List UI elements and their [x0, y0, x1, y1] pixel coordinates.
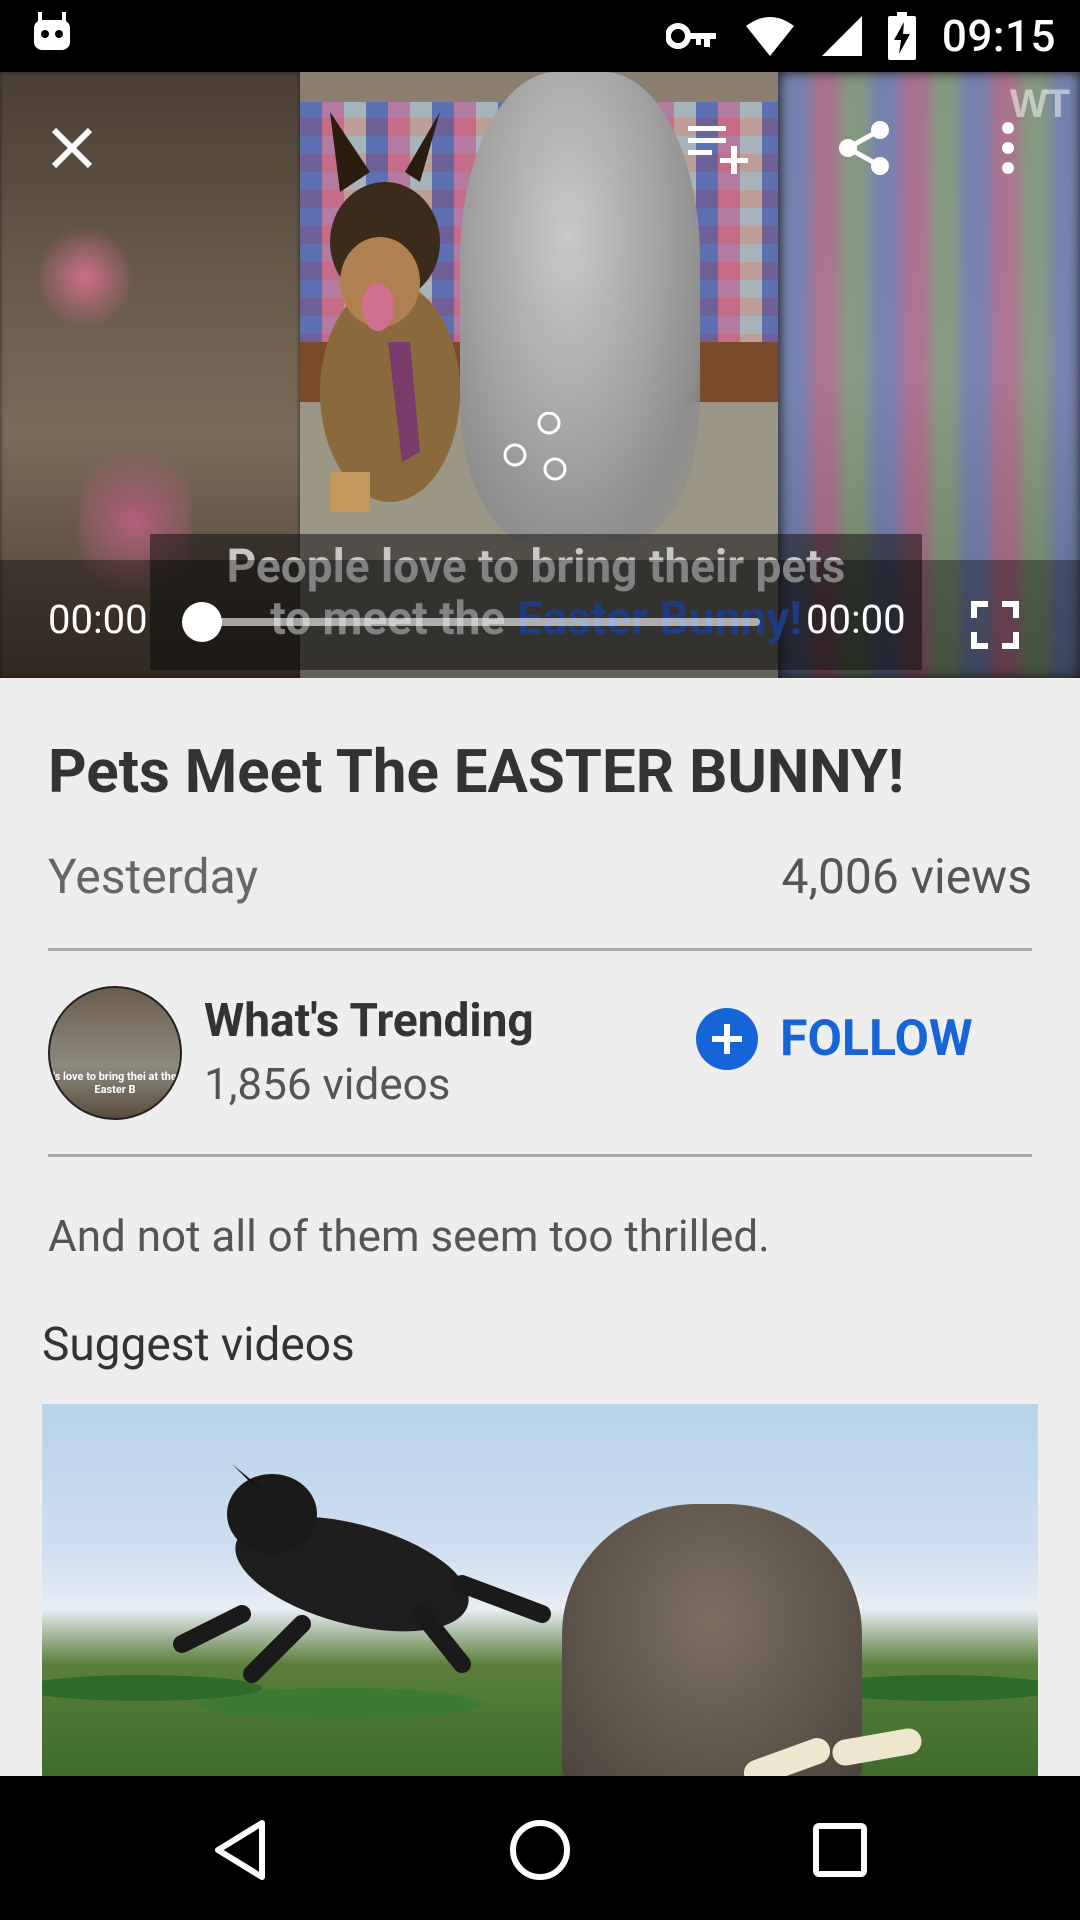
avatar-caption: 's love to bring thei at the Easter B: [53, 1070, 177, 1096]
back-icon[interactable]: [200, 1810, 280, 1890]
battery-charging-icon: [887, 12, 916, 60]
suggested-video-thumbnail[interactable]: [42, 1404, 1038, 1776]
more-vert-icon[interactable]: [978, 118, 1038, 178]
recents-icon[interactable]: [800, 1810, 880, 1890]
channel-name[interactable]: What's Trending: [204, 994, 534, 1048]
seek-bar[interactable]: [200, 618, 760, 626]
close-icon[interactable]: [42, 118, 102, 178]
current-time: 00:00: [48, 596, 148, 643]
navigation-bar: [0, 1776, 1080, 1920]
divider: [48, 948, 1032, 951]
channel-video-count: 1,856 videos: [204, 1058, 451, 1110]
dog-figure: [320, 112, 460, 512]
wifi-icon: [745, 17, 794, 56]
channel-avatar[interactable]: 's love to bring thei at the Easter B: [48, 986, 182, 1120]
duration: 00:00: [806, 596, 906, 643]
status-bar: 09:15: [0, 0, 1080, 72]
share-icon[interactable]: [834, 118, 894, 178]
fullscreen-icon[interactable]: [970, 600, 1020, 650]
elephant-figure: [562, 1504, 862, 1776]
video-description: And not all of them seem too thrilled.: [48, 1210, 770, 1262]
plus-circle-icon: [696, 1008, 758, 1070]
bunny-figure: [460, 72, 700, 542]
player-controls: 00:00 00:00: [0, 560, 1080, 678]
follow-button[interactable]: FOLLOW: [696, 1008, 973, 1070]
cell-signal-icon: [821, 16, 862, 56]
seek-thumb[interactable]: [182, 602, 222, 642]
video-player[interactable]: WT People love to bring their pets t: [0, 72, 1080, 678]
upload-date: Yesterday: [48, 848, 259, 905]
video-title: Pets Meet The EASTER BUNNY!: [48, 736, 905, 807]
loading-spinner-icon: [503, 412, 567, 481]
suggested-videos-heading: Suggest videos: [42, 1318, 355, 1372]
view-count: 4,006 views: [781, 848, 1032, 905]
divider: [48, 1154, 1032, 1157]
home-icon[interactable]: [500, 1810, 580, 1890]
follow-label: FOLLOW: [780, 1010, 973, 1068]
status-time: 09:15: [941, 10, 1056, 62]
vpn-key-icon: [665, 23, 716, 49]
jumping-dog-figure: [173, 1464, 551, 1683]
android-robot-icon: [34, 12, 70, 50]
add-to-playlist-icon[interactable]: [688, 118, 748, 178]
